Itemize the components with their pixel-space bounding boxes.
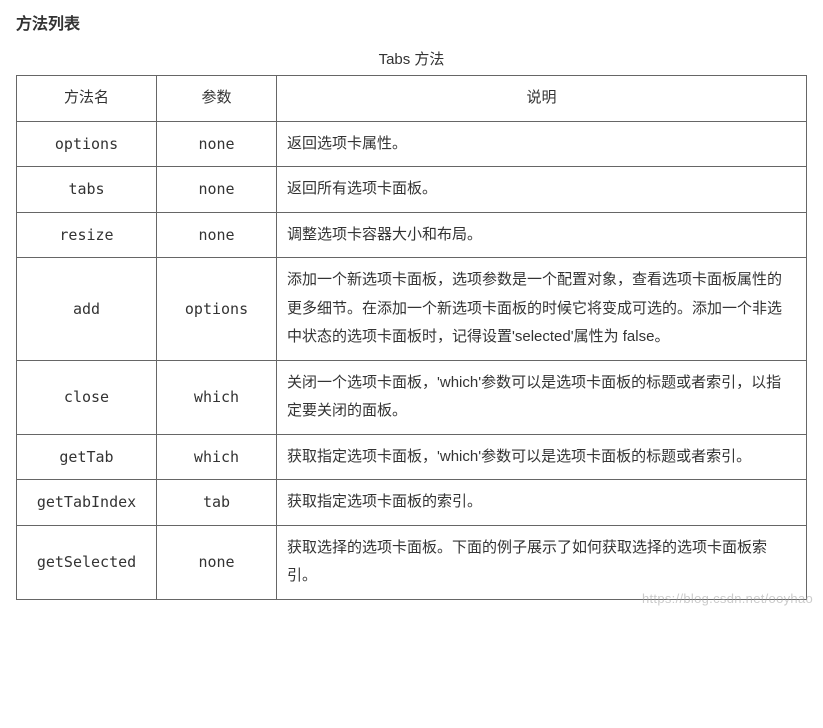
table-row: getTabwhich获取指定选项卡面板，'which'参数可以是选项卡面板的标… bbox=[17, 434, 807, 480]
cell-desc: 调整选项卡容器大小和布局。 bbox=[277, 212, 807, 258]
cell-method: resize bbox=[17, 212, 157, 258]
table-row: closewhich关闭一个选项卡面板，'which'参数可以是选项卡面板的标题… bbox=[17, 360, 807, 434]
cell-param: which bbox=[157, 360, 277, 434]
cell-param: tab bbox=[157, 480, 277, 526]
cell-desc: 获取指定选项卡面板的索引。 bbox=[277, 480, 807, 526]
header-desc: 说明 bbox=[277, 76, 807, 122]
cell-param: options bbox=[157, 258, 277, 361]
table-row: optionsnone返回选项卡属性。 bbox=[17, 121, 807, 167]
cell-method: add bbox=[17, 258, 157, 361]
cell-desc: 添加一个新选项卡面板，选项参数是一个配置对象，查看选项卡面板属性的更多细节。在添… bbox=[277, 258, 807, 361]
cell-param: none bbox=[157, 167, 277, 213]
cell-param: none bbox=[157, 212, 277, 258]
table-row: tabsnone返回所有选项卡面板。 bbox=[17, 167, 807, 213]
cell-method: options bbox=[17, 121, 157, 167]
cell-desc: 获取指定选项卡面板，'which'参数可以是选项卡面板的标题或者索引。 bbox=[277, 434, 807, 480]
cell-method: close bbox=[17, 360, 157, 434]
table-row: getTabIndextab获取指定选项卡面板的索引。 bbox=[17, 480, 807, 526]
cell-method: tabs bbox=[17, 167, 157, 213]
table-row: resizenone调整选项卡容器大小和布局。 bbox=[17, 212, 807, 258]
cell-method: getTabIndex bbox=[17, 480, 157, 526]
table-row: getSelectednone获取选择的选项卡面板。下面的例子展示了如何获取选择… bbox=[17, 525, 807, 599]
table-header-row: 方法名 参数 说明 bbox=[17, 76, 807, 122]
cell-method: getSelected bbox=[17, 525, 157, 599]
header-method: 方法名 bbox=[17, 76, 157, 122]
cell-desc: 获取选择的选项卡面板。下面的例子展示了如何获取选择的选项卡面板索引。 bbox=[277, 525, 807, 599]
cell-desc: 返回所有选项卡面板。 bbox=[277, 167, 807, 213]
cell-param: none bbox=[157, 525, 277, 599]
cell-method: getTab bbox=[17, 434, 157, 480]
cell-desc: 关闭一个选项卡面板，'which'参数可以是选项卡面板的标题或者索引，以指定要关… bbox=[277, 360, 807, 434]
cell-param: none bbox=[157, 121, 277, 167]
cell-param: which bbox=[157, 434, 277, 480]
cell-desc: 返回选项卡属性。 bbox=[277, 121, 807, 167]
table-row: addoptions添加一个新选项卡面板，选项参数是一个配置对象，查看选项卡面板… bbox=[17, 258, 807, 361]
table-caption: Tabs 方法 bbox=[16, 48, 807, 69]
header-param: 参数 bbox=[157, 76, 277, 122]
section-title: 方法列表 bbox=[16, 10, 807, 34]
methods-table: 方法名 参数 说明 optionsnone返回选项卡属性。tabsnone返回所… bbox=[16, 75, 807, 600]
